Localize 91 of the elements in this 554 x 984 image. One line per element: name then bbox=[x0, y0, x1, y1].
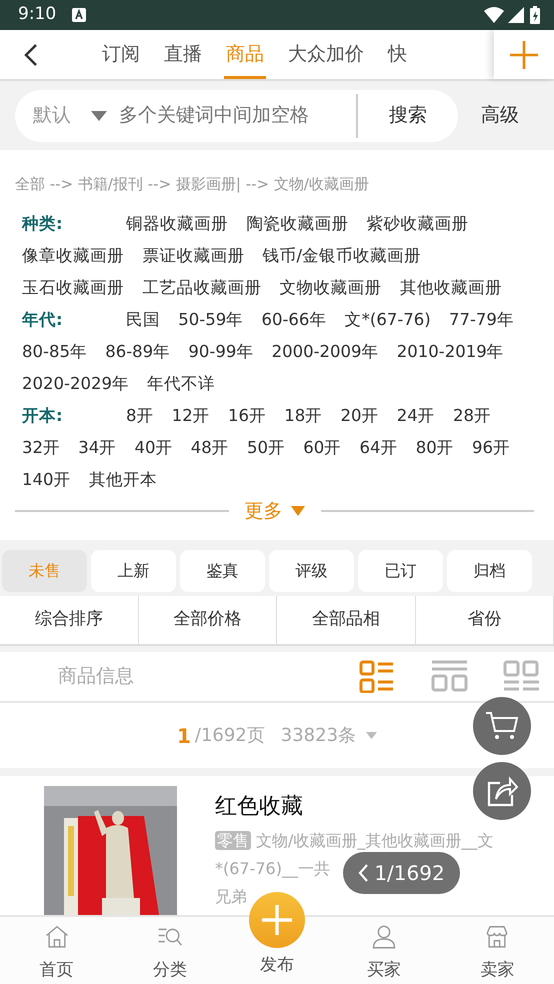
filter-option[interactable]: 其他收藏画册 bbox=[400, 278, 502, 297]
filter-option[interactable]: 32开 bbox=[22, 438, 60, 457]
plus-icon bbox=[510, 40, 538, 68]
filter-option[interactable]: 48开 bbox=[190, 438, 229, 457]
nav-item[interactable]: 卖家 bbox=[440, 917, 554, 984]
column-header: 商品信息 bbox=[58, 664, 135, 690]
view-toggle[interactable] bbox=[359, 660, 396, 693]
nav-tab[interactable]: 大众加价 bbox=[276, 30, 376, 79]
card-view-icon bbox=[431, 660, 468, 693]
nav-tab[interactable]: 订阅 bbox=[90, 30, 152, 79]
page-number: 1 bbox=[176, 722, 191, 750]
filter-option[interactable]: 2010-2019年 bbox=[396, 342, 504, 361]
filter-option[interactable]: 年代不详 bbox=[147, 374, 216, 393]
caret-icon bbox=[366, 732, 378, 739]
filter-option[interactable]: 钱币/金银币收藏画册 bbox=[262, 246, 422, 265]
filter-option[interactable]: 工艺品收藏画册 bbox=[142, 278, 262, 297]
filter-option[interactable]: 60开 bbox=[303, 438, 342, 457]
search-button[interactable]: 搜索 bbox=[356, 94, 458, 138]
nav-tab[interactable]: 快 bbox=[376, 30, 419, 79]
filter-option[interactable]: 80-85年 bbox=[22, 342, 87, 361]
add-button[interactable] bbox=[494, 30, 554, 79]
filter-option[interactable]: 64开 bbox=[360, 438, 398, 457]
listing-tag: 零售 bbox=[215, 831, 251, 850]
nav-item[interactable]: 首页 bbox=[0, 917, 114, 984]
page-indicator[interactable]: 1/1692 bbox=[343, 852, 460, 894]
filter-option[interactable]: 16开 bbox=[228, 406, 266, 425]
filter-option[interactable]: 铜器收藏画册 bbox=[126, 214, 228, 233]
status-tab[interactable]: 归档 bbox=[447, 550, 532, 592]
filter-label: 种类: bbox=[22, 213, 64, 235]
caret-icon bbox=[91, 110, 107, 120]
notification-icon bbox=[72, 8, 86, 22]
filter-option[interactable]: 50-59年 bbox=[178, 310, 244, 329]
filter-option[interactable]: 民国 bbox=[126, 310, 160, 329]
filter-option[interactable]: 80开 bbox=[416, 438, 454, 457]
share-icon bbox=[486, 775, 518, 807]
filter-option[interactable]: 玉石收藏画册 bbox=[22, 278, 124, 297]
plus-icon bbox=[262, 905, 292, 935]
status-tab[interactable]: 评级 bbox=[269, 550, 354, 592]
description-text: 文物/收藏画册_其他收藏画册__文 bbox=[256, 831, 494, 850]
caret-icon bbox=[290, 506, 304, 516]
description-text: *(67-76)__一共 bbox=[215, 859, 330, 878]
filter-option[interactable]: 2020-2029年 bbox=[22, 374, 129, 393]
filter-option[interactable]: 140开 bbox=[22, 470, 70, 489]
filter-option[interactable]: 2000-2009年 bbox=[272, 342, 379, 361]
clock-time: 9:10 bbox=[18, 3, 56, 26]
product-title: 红色收藏 bbox=[215, 793, 303, 821]
filter-option[interactable]: 96开 bbox=[472, 438, 510, 457]
breadcrumb-path: 全部 --> 书籍/报刊 --> 摄影画册| --> 文物/收藏画册 bbox=[15, 174, 370, 195]
filter-option[interactable]: 28开 bbox=[453, 406, 491, 425]
filter-option[interactable]: 86-89年 bbox=[105, 342, 170, 361]
list-view-icon bbox=[359, 660, 396, 693]
nav-tab[interactable]: 直播 bbox=[152, 30, 214, 79]
filter-option[interactable]: 18开 bbox=[284, 406, 322, 425]
filter-option[interactable]: 文物收藏画册 bbox=[280, 278, 382, 297]
nav-item[interactable]: 分类 bbox=[113, 917, 226, 984]
filter-option[interactable]: 其他开本 bbox=[88, 470, 157, 489]
status-tab[interactable]: 上新 bbox=[91, 550, 176, 592]
filter-option[interactable]: 12开 bbox=[172, 406, 210, 425]
nav-item[interactable]: 买家 bbox=[328, 917, 441, 984]
status-tab[interactable]: 已订 bbox=[358, 550, 443, 592]
filter-option[interactable]: 像章收藏画册 bbox=[22, 246, 124, 265]
filter-option[interactable]: 77-79年 bbox=[448, 310, 514, 329]
nav-item[interactable]: 发布 bbox=[260, 953, 294, 978]
filter-option[interactable]: 60-66年 bbox=[261, 310, 326, 329]
filter-option[interactable]: 文*(67-76) bbox=[344, 310, 431, 329]
page-total: /1692页 bbox=[194, 724, 265, 748]
filter-label: 开本: bbox=[22, 405, 64, 427]
scope-label: 默认 bbox=[33, 103, 71, 128]
advanced-button[interactable]: 高级 bbox=[458, 95, 542, 136]
back-icon bbox=[24, 42, 38, 67]
filter-option[interactable]: 34开 bbox=[78, 438, 116, 457]
filter-option[interactable]: 紫砂收藏画册 bbox=[366, 214, 468, 233]
filter-option[interactable]: 票证收藏画册 bbox=[142, 246, 244, 265]
cart-icon bbox=[485, 711, 519, 741]
filter-option[interactable]: 24开 bbox=[396, 406, 435, 425]
filter-option[interactable]: 8开 bbox=[126, 406, 154, 425]
filter-option[interactable]: 陶瓷收藏画册 bbox=[246, 214, 348, 233]
filter-option[interactable]: 90-99年 bbox=[188, 342, 254, 361]
status-tab[interactable]: 鉴真 bbox=[180, 550, 265, 592]
filter-label: 年代: bbox=[22, 309, 64, 331]
wifi-icon bbox=[484, 7, 504, 23]
view-toggle[interactable] bbox=[431, 660, 468, 693]
view-toggle[interactable] bbox=[503, 660, 540, 693]
filter-option[interactable]: 20开 bbox=[340, 406, 378, 425]
battery-icon bbox=[530, 6, 540, 24]
chevron-left-icon bbox=[358, 864, 368, 882]
signal-icon bbox=[508, 7, 524, 23]
grid-view-icon bbox=[503, 660, 540, 693]
filter-option[interactable]: 50开 bbox=[247, 438, 285, 457]
filter-option[interactable]: 40开 bbox=[134, 438, 172, 457]
search-field[interactable]: 默认 多个关键词中间加空格 搜索 bbox=[15, 90, 458, 142]
